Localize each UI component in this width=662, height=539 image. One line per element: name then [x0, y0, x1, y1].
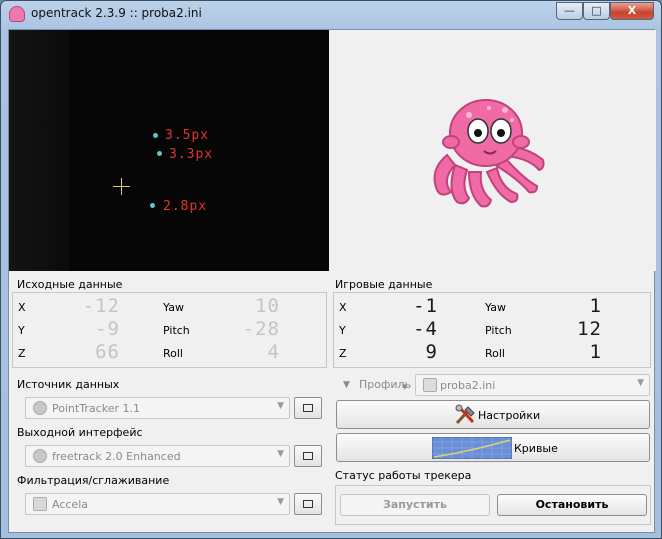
- logo-area: [329, 30, 656, 271]
- status-panel: Запустить Остановить: [335, 485, 651, 525]
- tracker-settings-button[interactable]: [294, 397, 322, 419]
- game-yaw-value: 1: [589, 295, 602, 317]
- raw-roll-value: 4: [267, 341, 280, 363]
- tracked-point-2: [157, 151, 162, 156]
- tracked-point-3: [150, 203, 155, 208]
- protocol-label: Выходной интерфейс: [17, 426, 143, 439]
- protocol-select[interactable]: freetrack 2.0 Enhanced ▼: [25, 445, 290, 467]
- filter-icon: [33, 497, 47, 511]
- tracker-select-value: PointTracker 1.1: [52, 402, 140, 415]
- tracker-label: Источник данных: [17, 378, 120, 391]
- start-button[interactable]: Запустить: [340, 494, 490, 516]
- point-1-size: 3.5px: [165, 128, 210, 143]
- chevron-down-icon: ▼: [277, 497, 284, 507]
- profile-dropdown-icon[interactable]: ▼: [402, 383, 407, 391]
- status-title: Статус работы трекера: [335, 469, 472, 482]
- chevron-down-icon: ▼: [277, 449, 284, 459]
- raw-data-title: Исходные данные: [17, 278, 123, 291]
- tracker-select[interactable]: PointTracker 1.1 ▼: [25, 397, 290, 419]
- profile-menu-icon[interactable]: ▼: [343, 380, 350, 390]
- maximize-button[interactable]: □: [583, 2, 610, 20]
- raw-y-value: -9: [95, 318, 120, 340]
- raw-roll-label: Roll: [163, 347, 183, 360]
- main-client-area: 3.5px 3.3px 2.8px Исходные данные X -12 …: [8, 29, 656, 533]
- game-z-value: 9: [425, 341, 438, 363]
- close-button[interactable]: X: [610, 2, 654, 20]
- file-icon: [423, 378, 437, 392]
- tracked-point-1: [153, 133, 158, 138]
- game-y-value: -4: [413, 318, 438, 340]
- game-z-label: Z: [339, 347, 347, 360]
- raw-x-label: X: [18, 301, 26, 314]
- stop-button[interactable]: Остановить: [497, 494, 647, 516]
- raw-yaw-label: Yaw: [163, 301, 184, 314]
- raw-z-label: Z: [18, 347, 26, 360]
- game-roll-label: Roll: [485, 347, 505, 360]
- point-3-size: 2.8px: [163, 199, 208, 214]
- filter-label: Фильтрация/сглаживание: [17, 474, 170, 487]
- title-bar[interactable]: opentrack 2.3.9 :: proba2.ini — □ X: [1, 1, 661, 28]
- tracker-icon: [33, 401, 47, 415]
- raw-x-value: -12: [82, 295, 120, 317]
- protocol-select-value: freetrack 2.0 Enhanced: [52, 450, 181, 463]
- octopus-app-icon: [9, 6, 25, 22]
- window-title: opentrack 2.3.9 :: proba2.ini: [31, 6, 202, 20]
- minimize-button[interactable]: —: [556, 2, 583, 20]
- profile-select-value: proba2.ini: [440, 379, 496, 392]
- game-roll-value: 1: [589, 341, 602, 363]
- settings-button[interactable]: Настройки: [336, 400, 650, 429]
- raw-data-panel: X -12 Y -9 Z 66 Yaw 10 Pitch -28 Roll 4: [12, 292, 327, 368]
- raw-z-value: 66: [95, 341, 120, 363]
- tools-icon: [455, 404, 475, 425]
- filter-settings-button[interactable]: [294, 493, 322, 515]
- window-icon: [303, 452, 313, 460]
- game-data-panel: X -1 Y -4 Z 9 Yaw 1 Pitch 12 Roll 1: [333, 292, 651, 368]
- raw-yaw-value: 10: [255, 295, 280, 317]
- protocol-settings-button[interactable]: [294, 445, 322, 467]
- game-pitch-value: 12: [577, 318, 602, 340]
- curve-graph-icon: [432, 437, 512, 459]
- raw-pitch-value: -28: [242, 318, 280, 340]
- profile-select[interactable]: proba2.ini ▼: [415, 374, 650, 396]
- settings-button-label: Настройки: [478, 409, 541, 422]
- game-pitch-label: Pitch: [485, 324, 512, 337]
- chevron-down-icon: ▼: [637, 378, 644, 388]
- raw-pitch-label: Pitch: [163, 324, 190, 337]
- filter-select[interactable]: Accela ▼: [25, 493, 290, 515]
- window-icon: [303, 404, 313, 412]
- point-2-size: 3.3px: [169, 147, 214, 162]
- filter-select-value: Accela: [52, 498, 88, 511]
- curves-button-label: Кривые: [514, 442, 558, 455]
- camera-preview: 3.5px 3.3px 2.8px: [9, 30, 329, 271]
- app-window: opentrack 2.3.9 :: proba2.ini — □ X 3.5p…: [0, 0, 662, 539]
- game-y-label: Y: [339, 324, 346, 337]
- protocol-icon: [33, 449, 47, 463]
- chevron-down-icon: ▼: [277, 401, 284, 411]
- curves-button[interactable]: Кривые: [336, 433, 650, 462]
- game-x-value: -1: [413, 295, 438, 317]
- raw-y-label: Y: [18, 324, 25, 337]
- octopus-logo-icon: [433, 99, 545, 208]
- window-icon: [303, 500, 313, 508]
- game-x-label: X: [339, 301, 347, 314]
- game-yaw-label: Yaw: [485, 301, 506, 314]
- game-data-title: Игровые данные: [335, 278, 433, 291]
